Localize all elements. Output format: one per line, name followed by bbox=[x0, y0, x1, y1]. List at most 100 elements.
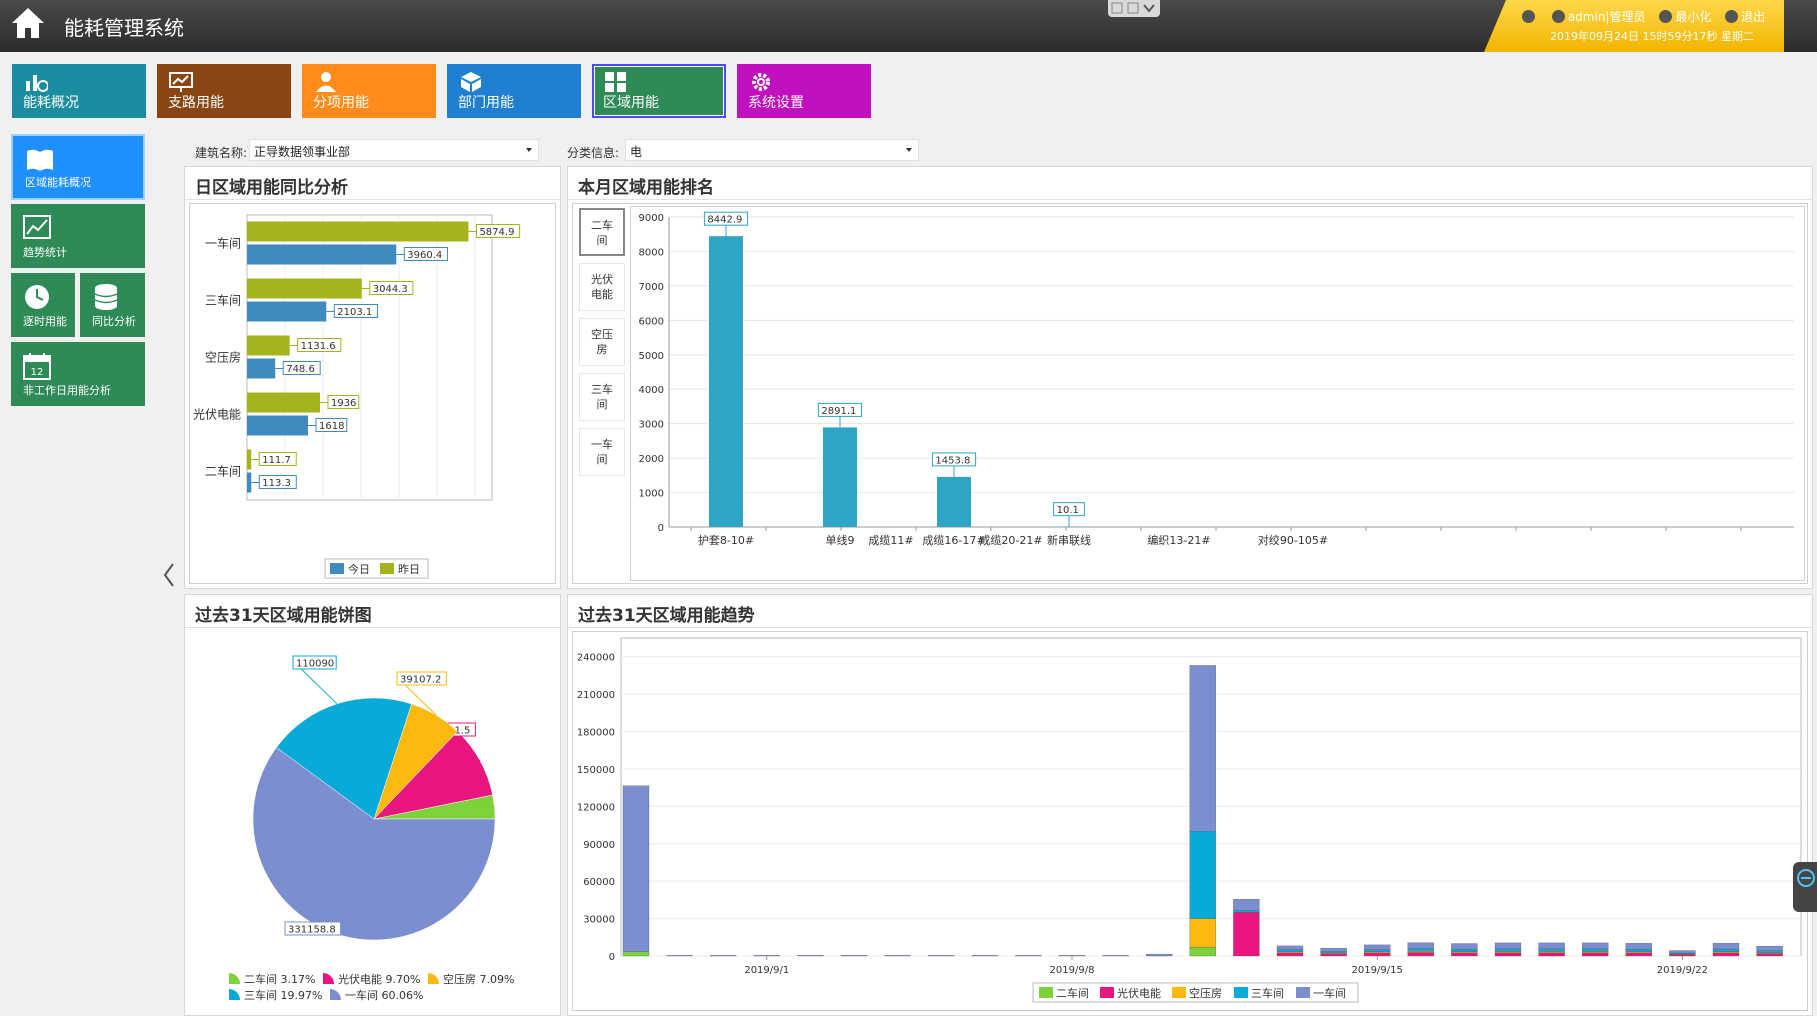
pie-panel: 过去31天区域用能饼图 17498.353501.539107.21100903… bbox=[184, 594, 561, 1016]
category-select[interactable]: 电 bbox=[625, 139, 919, 161]
stacked-bar-segment bbox=[1625, 948, 1652, 952]
legend-entry: 光伏电能 bbox=[1117, 986, 1161, 1000]
y-tick-label: 90000 bbox=[583, 840, 615, 851]
rank-tab-sanchejian[interactable]: 三车 间 bbox=[579, 373, 625, 421]
stacked-bar-segment bbox=[1407, 948, 1434, 952]
nav-branch-energy[interactable]: 支路用能 bbox=[157, 64, 291, 118]
category-label: 光伏电能 bbox=[193, 408, 241, 422]
nav-item-energy[interactable]: 分项用能 bbox=[302, 64, 436, 118]
legend-entry: 空压房 7.09% bbox=[443, 972, 514, 986]
nav-label: 系统设置 bbox=[748, 95, 804, 111]
rank-tab-erchejian[interactable]: 二车 间 bbox=[579, 208, 625, 256]
chevron-left-icon[interactable] bbox=[160, 560, 178, 590]
stacked-bar-segment bbox=[1712, 952, 1740, 957]
stacked-bar-segment bbox=[1625, 943, 1652, 950]
stacked-bar-segment bbox=[1712, 951, 1740, 953]
rank-tab-yichejian[interactable]: 一车 间 bbox=[579, 428, 625, 476]
side-yoy-analysis[interactable]: 同比分析 bbox=[80, 273, 145, 337]
rank-tab-label: 空压 房 bbox=[591, 328, 613, 356]
stacked-bar-segment bbox=[928, 955, 955, 957]
rank-tab-kongya[interactable]: 空压 房 bbox=[579, 318, 625, 366]
nav-department-energy[interactable]: 部门用能 bbox=[447, 64, 581, 118]
legend-swatch bbox=[1039, 987, 1053, 998]
legend-entry: 一车间 bbox=[1313, 986, 1346, 1000]
minimize-button[interactable]: 最小化 bbox=[1659, 10, 1711, 24]
stacked-bar-segment bbox=[1364, 944, 1391, 950]
app-root: 能耗管理系统 admin|管理员 最小化 退出 2019年09月24日 15时5… bbox=[0, 0, 1817, 1016]
y-tick-label: 0 bbox=[609, 952, 615, 963]
panel-title: 过去31天区域用能饼图 bbox=[195, 606, 372, 626]
stacked-bar-segment bbox=[1494, 951, 1522, 953]
stacked-bar-segment bbox=[1712, 948, 1740, 952]
side-trend-stats[interactable]: 趋势统计 bbox=[11, 204, 145, 268]
stacked-bar-segment bbox=[971, 955, 998, 957]
logout-text: 退出 bbox=[1741, 10, 1766, 24]
stacked-bar-segment bbox=[1582, 942, 1609, 950]
calendar-badge: 12 bbox=[31, 367, 44, 378]
x-tick-label: 2019/9/15 bbox=[1352, 965, 1403, 976]
side-drawer-handle[interactable] bbox=[1793, 862, 1817, 912]
building-select[interactable]: 正导数据领事业部 bbox=[249, 139, 539, 161]
stacked-bar-segment bbox=[1582, 948, 1609, 952]
data-label: 8442.9 bbox=[707, 215, 742, 226]
bar-today bbox=[247, 358, 276, 379]
user-name[interactable]: admin|管理员 bbox=[1551, 10, 1645, 24]
stacked-bar-segment bbox=[1276, 945, 1304, 950]
side-hourly-energy[interactable]: 逐时用能 bbox=[11, 273, 75, 337]
stacked-bar-segment bbox=[1058, 955, 1086, 957]
legend-entry: 光伏电能 9.70% bbox=[338, 972, 420, 986]
side-area-overview[interactable]: 区域能耗概况 bbox=[11, 134, 145, 200]
rank-bar bbox=[937, 476, 971, 527]
x-tick-label: 成缆16-17# bbox=[922, 534, 985, 547]
x-tick-label: 编织13-21# bbox=[1147, 533, 1210, 547]
stacked-bar-segment bbox=[1625, 951, 1652, 953]
side-nonworkday-analysis[interactable]: 12 非工作日用能分析 bbox=[11, 342, 145, 406]
stacked-bar-segment bbox=[1756, 950, 1783, 953]
stacked-bar-segment bbox=[1407, 952, 1434, 957]
stacked-bar-segment bbox=[1146, 953, 1173, 957]
stacked-bar-segment bbox=[1320, 947, 1347, 952]
fullscreen-toggle[interactable] bbox=[1108, 0, 1160, 17]
stacked-bar-segment bbox=[1364, 952, 1391, 957]
y-tick-label: 30000 bbox=[583, 915, 615, 926]
stacked-bar-segment bbox=[1320, 951, 1347, 953]
stacked-bar-segment bbox=[710, 955, 737, 957]
building-value: 正导数据领事业部 bbox=[254, 145, 351, 159]
rank-tab-label: 二车 间 bbox=[591, 219, 613, 247]
legend-entry: 三车间 bbox=[1251, 986, 1284, 1000]
x-tick-label: 对绞90-105# bbox=[1258, 533, 1328, 547]
logout-button[interactable]: 退出 bbox=[1725, 10, 1765, 24]
help-button[interactable] bbox=[1522, 10, 1538, 24]
y-tick-label: 120000 bbox=[577, 802, 615, 813]
category-label: 一车间 bbox=[205, 236, 241, 251]
stacked-bar-segment bbox=[1582, 952, 1609, 957]
rank-tab-guangfu[interactable]: 光伏 电能 bbox=[579, 263, 625, 311]
drawer-icon bbox=[1797, 869, 1815, 887]
data-label-yesterday: 3044.3 bbox=[373, 284, 408, 295]
bar-yesterday bbox=[247, 449, 252, 470]
calendar-icon: 12 bbox=[23, 353, 51, 380]
y-tick-label: 60000 bbox=[583, 877, 615, 888]
data-label-today: 113.3 bbox=[262, 478, 291, 489]
stacked-bar-segment bbox=[1451, 943, 1478, 950]
legend: 二车间 光伏电能 空压房 三车间 一车间 bbox=[1032, 982, 1359, 1003]
rank-bar bbox=[823, 427, 857, 527]
legend-entry: 二车间 bbox=[1056, 986, 1089, 1000]
stacked-bar-segment bbox=[622, 951, 650, 957]
category-label: 空压房 bbox=[205, 350, 241, 365]
legend-swatch bbox=[380, 563, 394, 574]
home-icon[interactable] bbox=[10, 6, 46, 40]
y-tick-label: 0 bbox=[658, 523, 664, 534]
bar-today bbox=[247, 415, 308, 436]
divider bbox=[185, 627, 560, 628]
nav-energy-overview[interactable]: 能耗概况 bbox=[12, 64, 146, 118]
nav-system-settings[interactable]: 系统设置 bbox=[737, 64, 871, 118]
user-icon bbox=[1551, 10, 1565, 23]
legend-entry: 昨日 bbox=[398, 563, 420, 576]
stacked-bar-segment bbox=[1538, 951, 1565, 953]
y-tick-label: 4000 bbox=[639, 385, 664, 396]
book-icon bbox=[27, 149, 53, 171]
nav-area-energy[interactable]: 区域用能 bbox=[592, 64, 726, 118]
nav-label: 支路用能 bbox=[168, 95, 224, 111]
x-tick-label: 2019/9/8 bbox=[1050, 965, 1095, 976]
